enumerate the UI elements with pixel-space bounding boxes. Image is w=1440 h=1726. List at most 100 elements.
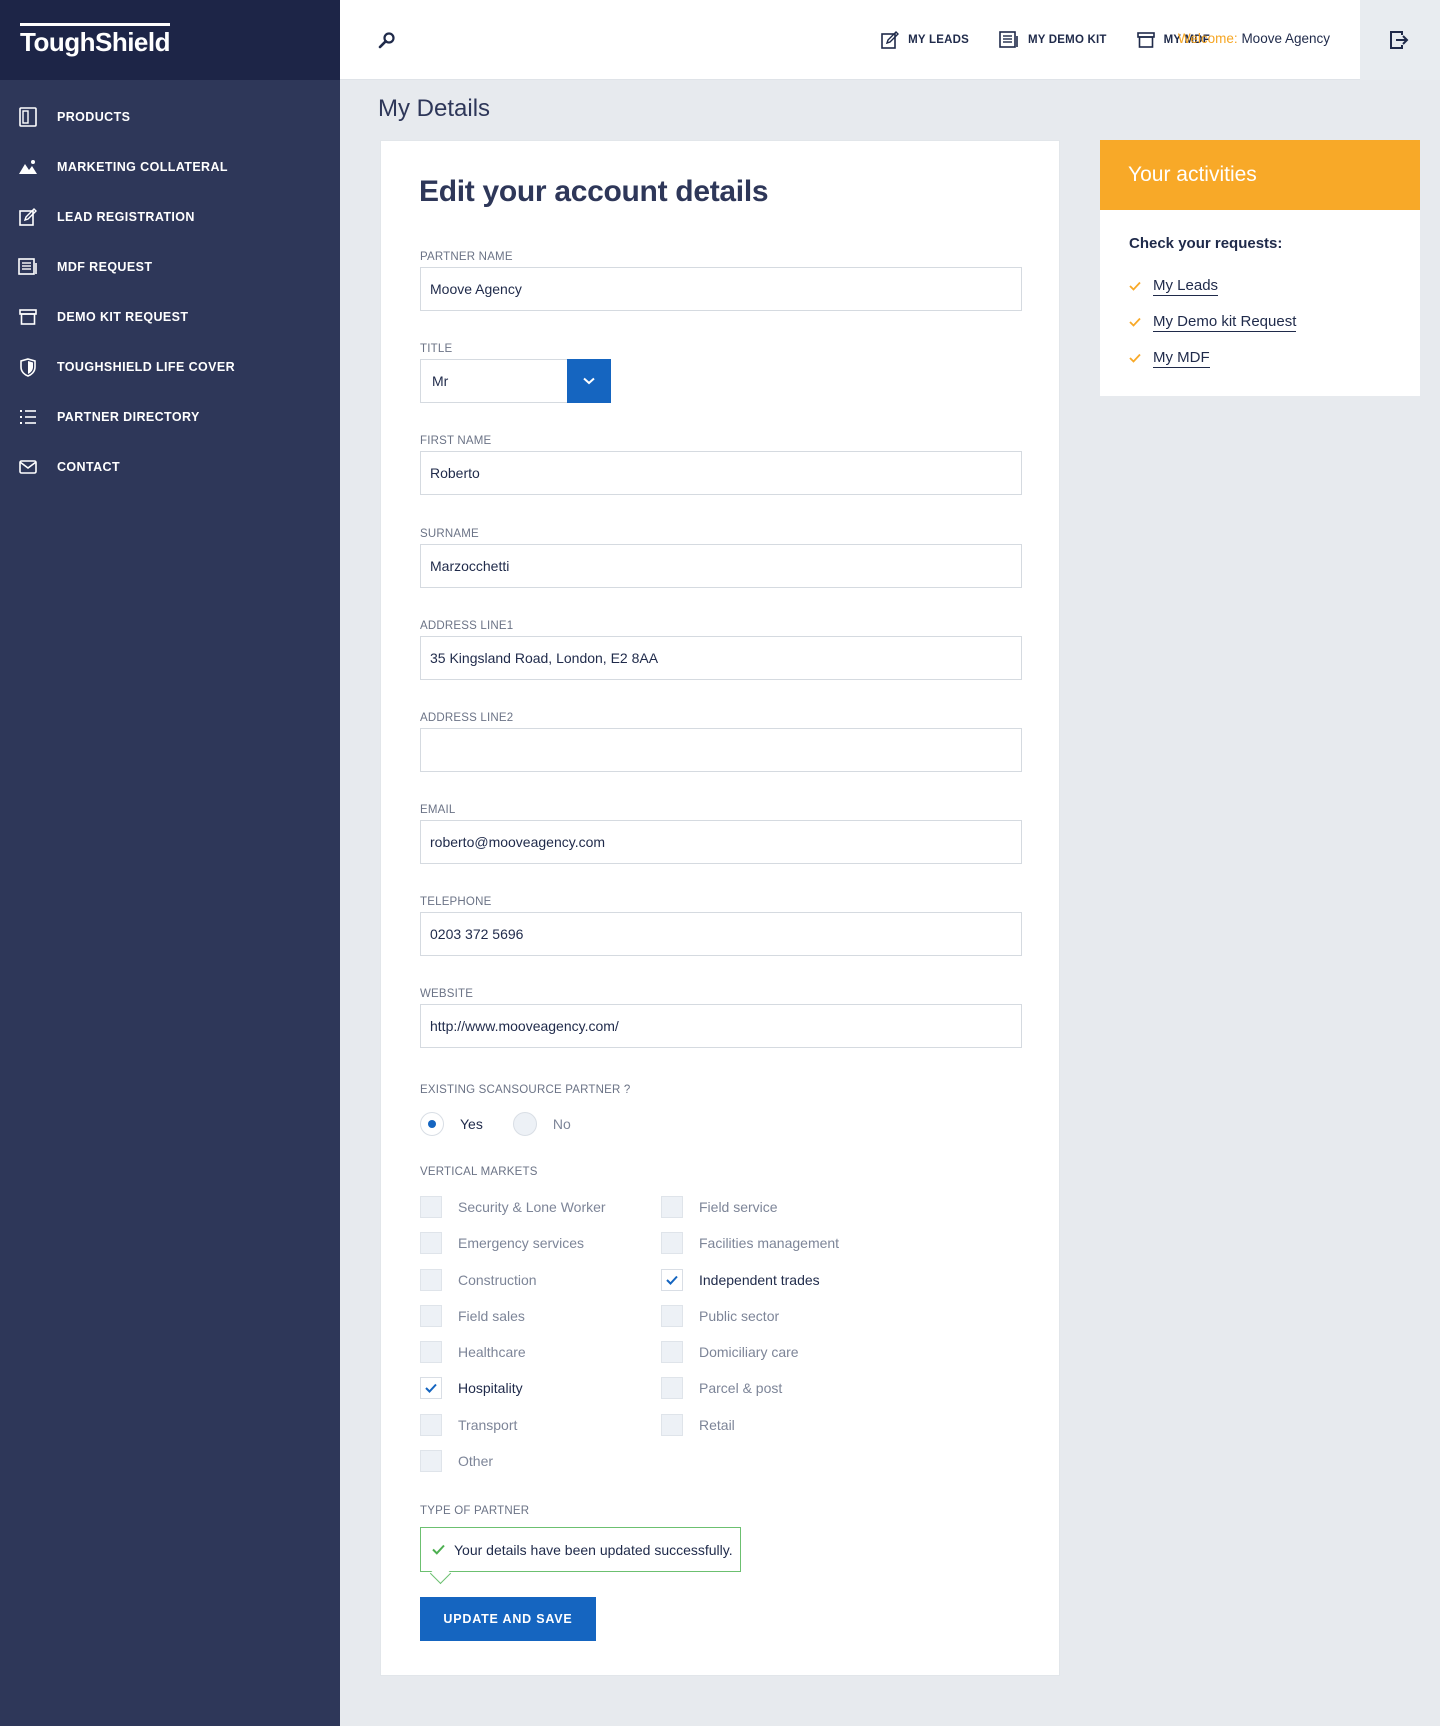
checkbox-hospitality[interactable]: Hospitality [420,1377,523,1399]
link-my-leads[interactable]: My Leads [1153,277,1219,296]
field-label: ADDRESS LINE1 [420,620,514,632]
search-icon[interactable] [375,28,399,52]
checkbox-box[interactable] [661,1232,683,1254]
checkbox-label: Emergency services [458,1235,585,1251]
address-line1-field: ADDRESS LINE1 [420,620,1022,680]
sidebar-item-lead-registration[interactable]: LEAD REGISTRATION [0,192,340,242]
first-name-input[interactable] [420,451,1022,495]
checkbox-box-checked[interactable] [661,1269,683,1291]
checkbox-box[interactable] [420,1341,442,1363]
checkbox-healthcare[interactable]: Healthcare [420,1341,526,1363]
sidebar: ToughShield PRODUCTS MARKETING COLLATERA… [0,0,340,1726]
checkbox-box[interactable] [420,1450,442,1472]
checkbox-facilities-management[interactable]: Facilities management [661,1232,839,1254]
chevron-down-icon[interactable] [567,359,611,403]
title-field: TITLE Mr [420,343,1022,403]
title-select[interactable]: Mr [420,359,611,403]
sidebar-item-label: CONTACT [57,460,120,474]
existing-partner-field: EXISTING SCANSOURCE PARTNER ? Yes No [420,1084,1022,1136]
checkbox-box[interactable] [420,1196,442,1218]
checkbox-public-sector[interactable]: Public sector [661,1305,779,1327]
activity-item: My Leads [1129,268,1296,304]
nav-label: MY LEADS [908,34,969,46]
checkbox-independent-trades[interactable]: Independent trades [661,1269,820,1291]
toughshield-logo[interactable]: ToughShield [20,22,171,58]
checkbox-security-lone-worker[interactable]: Security & Lone Worker [420,1196,606,1218]
update-and-save-button[interactable]: UPDATE AND SAVE [420,1597,596,1641]
checkbox-box[interactable] [661,1377,683,1399]
nav-my-leads[interactable]: MY LEADS [881,31,969,49]
checkbox-field-service[interactable]: Field service [661,1196,778,1218]
top-bar: MY LEADS MY DEMO KIT MY MDF Welcome: Moo… [340,0,1440,80]
top-nav: MY LEADS MY DEMO KIT MY MDF [851,0,1210,80]
sidebar-item-demo-kit-request[interactable]: DEMO KIT REQUEST [0,292,340,342]
radio-yes[interactable]: Yes [420,1112,483,1136]
partner-name-field: PARTNER NAME [420,251,1022,311]
sidebar-item-marketing-collateral[interactable]: MARKETING COLLATERAL [0,142,340,192]
image-icon [18,157,38,177]
welcome-user-name[interactable]: Moove Agency [1241,31,1330,46]
checkbox-box[interactable] [420,1414,442,1436]
checkbox-retail[interactable]: Retail [661,1414,735,1436]
checkbox-domiciliary-care[interactable]: Domiciliary care [661,1341,799,1363]
radio-no[interactable]: No [512,1112,571,1136]
field-label: EXISTING SCANSOURCE PARTNER ? [420,1084,631,1096]
sidebar-item-partner-directory[interactable]: PARTNER DIRECTORY [0,392,340,442]
checkbox-label: Retail [699,1417,735,1433]
checkbox-construction[interactable]: Construction [420,1269,537,1291]
checkbox-box[interactable] [661,1196,683,1218]
checkbox-label: Domiciliary care [699,1344,799,1360]
sidebar-item-toughshield-life-cover[interactable]: TOUGHSHIELD LIFE COVER [0,342,340,392]
radio-label: Yes [460,1116,483,1132]
website-input[interactable] [420,1004,1022,1048]
field-label: PARTNER NAME [420,251,513,263]
checkbox-box[interactable] [420,1305,442,1327]
partner-name-input[interactable] [420,267,1022,311]
sidebar-item-mdf-request[interactable]: MDF REQUEST [0,242,340,292]
checkbox-label: Facilities management [699,1235,840,1251]
link-my-demo-kit-request[interactable]: My Demo kit Request [1153,313,1297,332]
sidebar-item-products[interactable]: PRODUCTS [0,92,340,142]
type-of-partner-field: TYPE OF PARTNER [420,1505,1022,1521]
success-message: Your details have been updated successfu… [420,1527,741,1572]
checkbox-label: Public sector [699,1308,780,1324]
address-line1-input[interactable] [420,636,1022,680]
checkbox-label: Security & Lone Worker [458,1199,606,1215]
checkbox-parcel-post[interactable]: Parcel & post [661,1377,782,1399]
sidebar-item-label: TOUGHSHIELD LIFE COVER [57,360,236,374]
checkbox-emergency-services[interactable]: Emergency services [420,1232,584,1254]
checkbox-label: Field service [699,1199,778,1215]
field-label: TELEPHONE [420,896,492,908]
radio-circle[interactable] [512,1112,537,1136]
telephone-input[interactable] [420,912,1022,956]
logout-button[interactable] [1360,0,1440,80]
checkbox-box[interactable] [661,1305,683,1327]
nav-label: MY DEMO KIT [1027,34,1107,46]
field-label: EMAIL [420,804,456,816]
checkbox-box-checked[interactable] [420,1377,442,1399]
link-my-mdf[interactable]: My MDF [1153,349,1210,368]
checkbox-field-sales[interactable]: Field sales [420,1305,525,1327]
checkbox-label: Other [458,1453,494,1469]
checkbox-other[interactable]: Other [420,1450,493,1472]
address-line2-field: ADDRESS LINE2 [420,712,1022,772]
newspaper-icon [18,257,38,277]
checkbox-transport[interactable]: Transport [420,1414,517,1436]
field-label: TITLE [420,343,453,355]
logo-bar: ToughShield [0,0,340,80]
checkbox-box[interactable] [420,1269,442,1291]
surname-input[interactable] [420,544,1022,588]
sidebar-item-contact[interactable]: CONTACT [0,442,340,492]
checkbox-box[interactable] [661,1341,683,1363]
archive-box-icon [18,307,38,327]
address-line2-input[interactable] [420,728,1022,772]
checkbox-box[interactable] [661,1414,683,1436]
radio-circle-selected[interactable] [420,1112,444,1136]
nav-my-demo-kit[interactable]: MY DEMO KIT [999,31,1107,49]
checkbox-label: Construction [458,1272,537,1288]
newspaper-icon [999,31,1018,48]
checkbox-box[interactable] [420,1232,442,1254]
sidebar-item-label: PRODUCTS [57,110,131,124]
telephone-field: TELEPHONE [420,896,1022,956]
email-input[interactable] [420,820,1022,864]
